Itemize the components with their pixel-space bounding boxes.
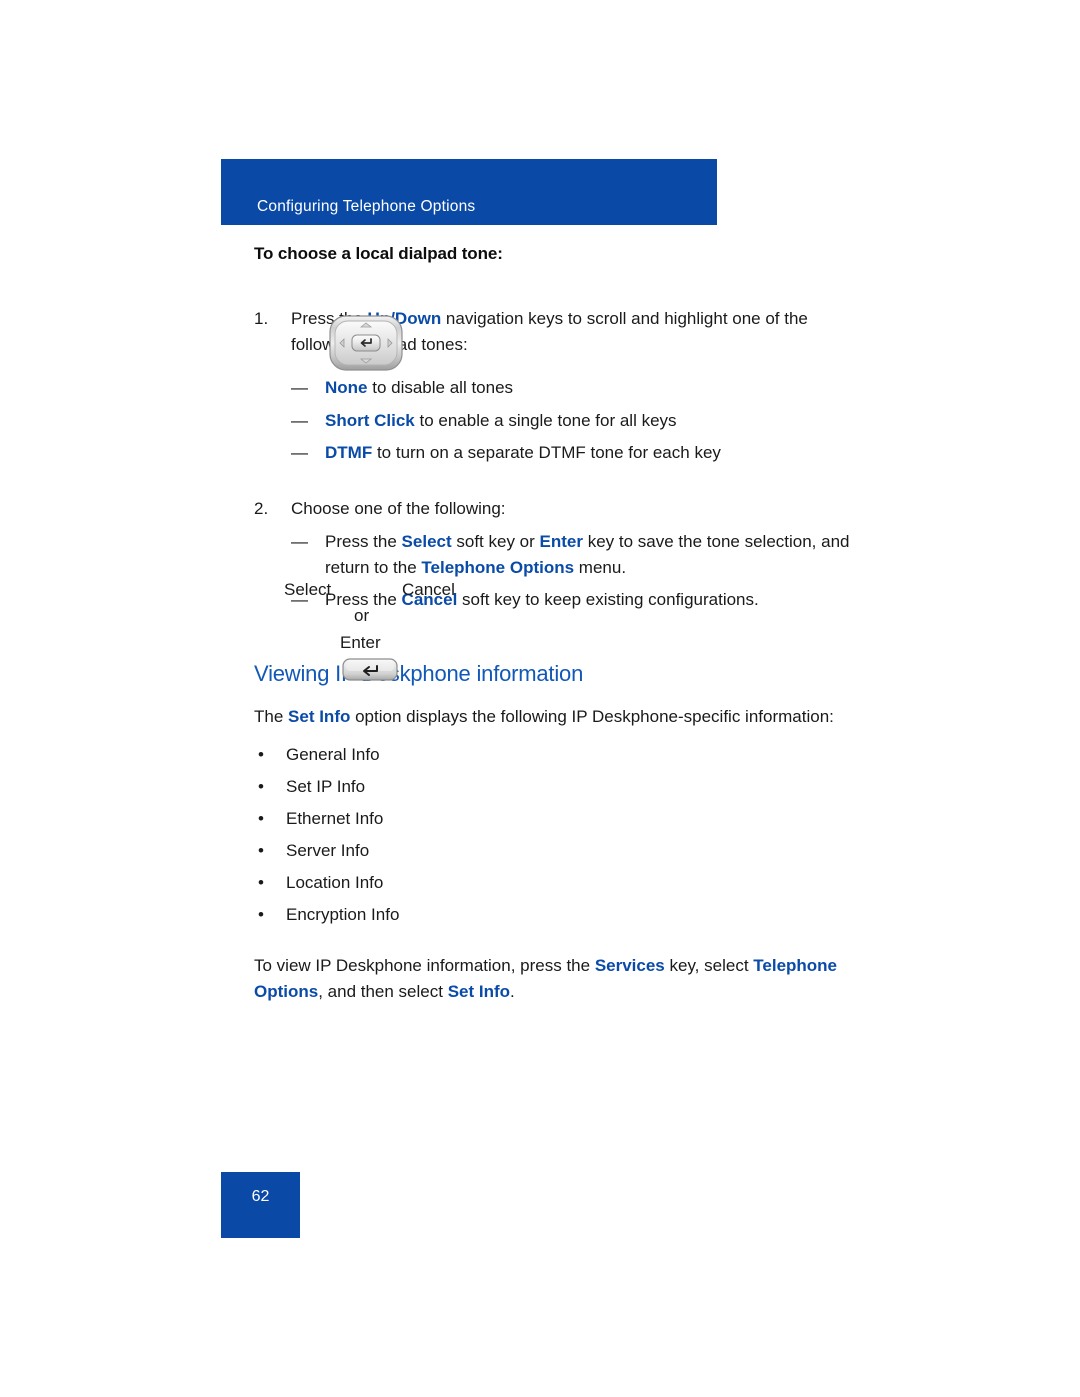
list-item-label: Ethernet Info [286, 809, 384, 828]
or-connector-label: or [354, 606, 370, 625]
dash-marker: — [291, 532, 308, 551]
cancel-soft-key-label: Cancel [402, 580, 455, 599]
sub-item-part: to disable all tones [367, 378, 514, 397]
closing-accent: Services [594, 956, 665, 975]
step-sub-item: — DTMF to turn on a separate DTMF tone f… [291, 440, 854, 466]
enter-key-icon [340, 655, 400, 685]
sub-item-accent: DTMF [325, 443, 373, 462]
dash-marker: — [291, 443, 308, 462]
list-item: • Ethernet Info [254, 803, 854, 835]
dash-marker: — [291, 378, 308, 397]
intro-accent: Set Info [288, 706, 351, 726]
list-item: • Encryption Info [254, 899, 854, 931]
step-number: 1. [254, 309, 269, 328]
intro-part: The [254, 706, 289, 726]
closing-accent: Set Info [447, 981, 511, 1001]
header-title: Configuring Telephone Options [257, 198, 476, 215]
page-footer-block: 62 [221, 1172, 300, 1238]
bullet-marker: • [258, 873, 264, 892]
select-soft-key-label: Select [284, 580, 332, 599]
key-caption-group: Select Cancel or Enter [254, 580, 494, 652]
sub-item-text: None to disable all tones [325, 375, 854, 401]
closing-part: . [510, 981, 515, 1001]
bullet-marker: • [258, 841, 264, 860]
sub-item-part: Press the [325, 532, 402, 551]
step-sub-item: — Short Click to enable a single tone fo… [291, 408, 854, 434]
sub-item-text: Short Click to enable a single tone for … [325, 408, 854, 434]
sub-item-accent: None [325, 378, 368, 397]
sub-item-accent: Telephone Options [421, 557, 575, 577]
list-item-label: Encryption Info [286, 905, 400, 924]
bullet-marker: • [258, 809, 264, 828]
sub-item-part: soft key or [451, 532, 540, 551]
sub-item-part: to turn on a separate DTMF tone for each… [372, 443, 721, 462]
procedure-title: To choose a local dialpad tone: [254, 244, 503, 263]
sub-item-part: to enable a single tone for all keys [414, 410, 677, 430]
navigation-cluster-icon [326, 310, 406, 376]
sub-item-part: menu. [574, 557, 627, 577]
bullet-marker: • [258, 777, 264, 796]
closing-part: key, select [664, 956, 754, 975]
step-text-part: Choose one of the following: [291, 498, 506, 518]
list-item: • Location Info [254, 867, 854, 899]
bullet-marker: • [258, 745, 264, 764]
step-row: 2. Choose one of the following: [254, 496, 854, 522]
list-item-label: General Info [286, 745, 380, 764]
bullet-marker: • [258, 905, 264, 924]
list-item: • General Info [254, 739, 854, 771]
dash-marker: — [291, 410, 308, 430]
closing-part: To view IP Deskphone information, press … [254, 956, 595, 975]
step-sub-item: — None to disable all tones [291, 375, 854, 401]
list-item-label: Location Info [286, 873, 384, 892]
closing-part: , and then select [318, 981, 448, 1001]
step-number: 2. [254, 498, 269, 518]
step-sub-item: — Press the Select soft key or Enter key… [291, 529, 854, 580]
intro-part: option displays the following IP Deskpho… [350, 706, 834, 726]
sub-item-accent: Select [401, 532, 452, 551]
sub-item-text: Press the Select soft key or Enter key t… [325, 529, 854, 580]
info-bullet-list: • General Info • Set IP Info • Ethernet … [254, 739, 854, 931]
section-closing-paragraph: To view IP Deskphone information, press … [254, 953, 854, 1004]
sub-item-accent: Enter [539, 532, 583, 551]
step-text: Choose one of the following: [291, 496, 854, 522]
sub-item-part: soft key to keep existing configurations… [457, 590, 759, 609]
sub-item-accent: Short Click [325, 410, 415, 430]
list-item-label: Server Info [286, 841, 370, 860]
section-intro-paragraph: The Set Info option displays the followi… [254, 704, 854, 730]
page-header-banner: Configuring Telephone Options [221, 159, 717, 225]
list-item-label: Set IP Info [286, 777, 366, 796]
list-item: • Server Info [254, 835, 854, 867]
sub-item-text: DTMF to turn on a separate DTMF tone for… [325, 440, 854, 466]
page-number: 62 [251, 1188, 270, 1205]
list-item: • Set IP Info [254, 771, 854, 803]
key-caption-row: Select Cancel [254, 580, 494, 606]
enter-key-label: Enter [340, 633, 381, 652]
